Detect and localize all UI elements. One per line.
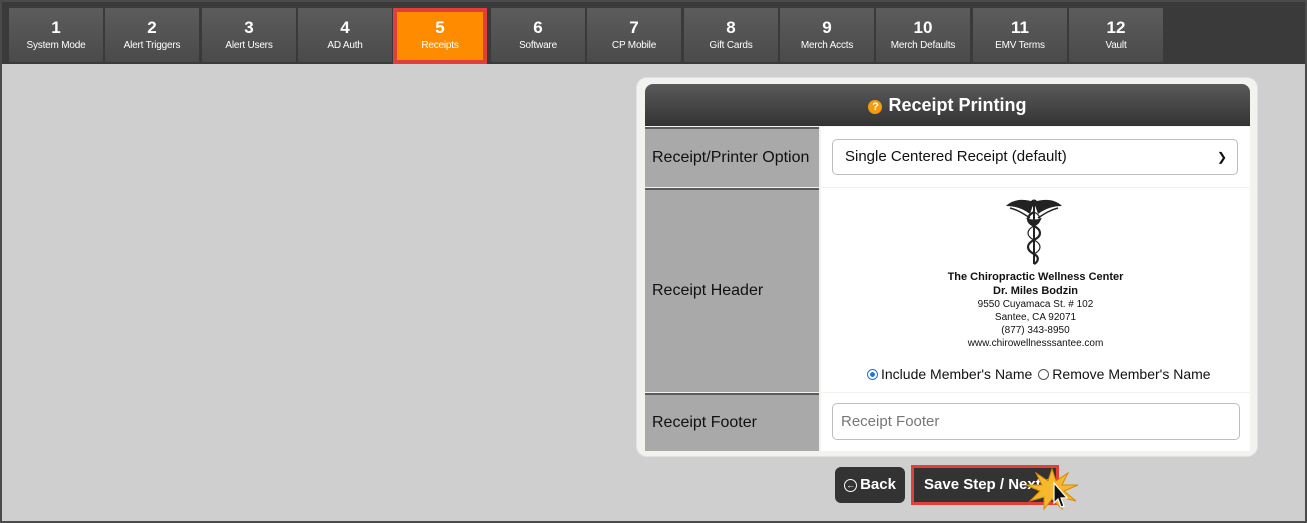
step-11[interactable]: 11 EMV Terms xyxy=(973,8,1067,62)
back-button[interactable]: ← Back xyxy=(835,467,905,503)
app-frame: 1 System Mode 2 Alert Triggers 3 Alert User… xyxy=(0,0,1307,523)
panel-header: ? Receipt Printing xyxy=(645,84,1250,126)
step-6[interactable]: 6 Software xyxy=(491,8,585,62)
receipt-header-preview: The Chiropractic Wellness Center Dr. Mil… xyxy=(821,188,1250,392)
step-5[interactable]: 5 Receipts xyxy=(393,8,487,64)
receipt-header-row: Receipt Header The Chiropractic Wellness… xyxy=(645,188,1250,392)
phone-number: (877) 343-8950 xyxy=(1001,325,1070,336)
doctor-name: Dr. Miles Bodzin xyxy=(993,285,1078,297)
step-1[interactable]: 1 System Mode xyxy=(9,8,103,62)
receipt-footer-row: Receipt Footer Receipt Footer xyxy=(645,393,1250,451)
step-9[interactable]: 9 Merch Accts xyxy=(780,8,874,62)
include-member-name-label[interactable]: Include Member's Name xyxy=(881,366,1032,382)
printer-option-value: Single Centered Receipt (default) xyxy=(845,148,1067,165)
step-4[interactable]: 4 AD Auth xyxy=(298,8,392,62)
printer-option-label: Receipt/Printer Option xyxy=(645,127,819,187)
receipt-header-label: Receipt Header xyxy=(645,188,819,392)
practice-address: The Chiropractic Wellness Center Dr. Mil… xyxy=(821,270,1250,350)
member-name-options: Include Member's Name Remove Member's Nam… xyxy=(867,366,1211,382)
caduceus-logo xyxy=(1006,199,1062,265)
receipt-footer-input[interactable]: Receipt Footer xyxy=(832,403,1240,440)
step-12[interactable]: 12 Vault xyxy=(1069,8,1163,62)
receipt-footer-label: Receipt Footer xyxy=(645,393,819,451)
step-2[interactable]: 2 Alert Triggers xyxy=(105,8,199,62)
step-navigation: 1 System Mode 2 Alert Triggers 3 Alert User… xyxy=(2,2,1305,64)
printer-option-row: Receipt/Printer Option Single Centered R… xyxy=(645,127,1250,187)
street-address: 9550 Cuyamaca St. # 102 xyxy=(977,299,1094,310)
step-8[interactable]: 8 Gift Cards xyxy=(684,8,778,62)
printer-option-select[interactable]: Single Centered Receipt (default) ❯ xyxy=(832,139,1238,175)
step-10[interactable]: 10 Merch Defaults xyxy=(876,8,970,62)
chevron-down-icon: ❯ xyxy=(1216,150,1227,164)
website: www.chirowellnesssantee.com xyxy=(967,338,1104,349)
arrow-left-circle-icon: ← xyxy=(844,479,858,492)
help-icon[interactable]: ? xyxy=(868,100,883,114)
practice-name: The Chiropractic Wellness Center xyxy=(947,271,1124,283)
panel-title: Receipt Printing xyxy=(888,95,1027,115)
back-button-label: Back xyxy=(860,476,896,493)
city-state-zip: Santee, CA 92071 xyxy=(994,312,1077,323)
click-indicator-icon xyxy=(1025,467,1079,511)
include-member-name-radio[interactable] xyxy=(867,369,878,380)
step-7[interactable]: 7 CP Mobile xyxy=(587,8,681,62)
remove-member-name-radio[interactable] xyxy=(1038,369,1050,380)
remove-member-name-label[interactable]: Remove Member's Name xyxy=(1052,366,1210,382)
step-3[interactable]: 3 Alert Users xyxy=(202,8,296,62)
receipt-printing-panel: ? Receipt Printing Receipt/Printer Option… xyxy=(637,78,1257,456)
